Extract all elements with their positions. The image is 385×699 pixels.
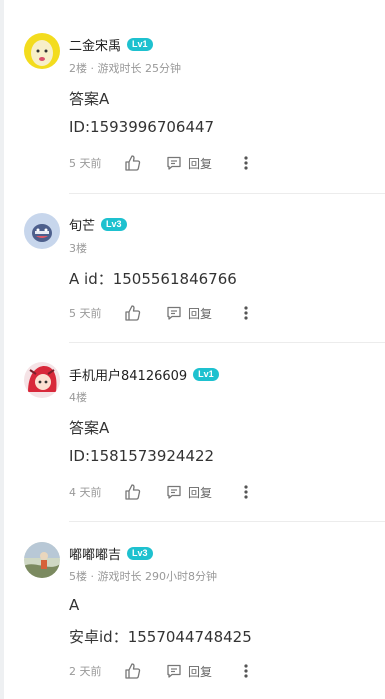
floor-meta: 3楼 xyxy=(69,242,87,255)
thumbs-up-icon xyxy=(125,155,141,171)
comment-actions: 5 天前 回复 xyxy=(69,153,369,173)
reply-button[interactable]: 回复 xyxy=(166,303,212,323)
reply-label: 回复 xyxy=(188,156,213,171)
comment-bubble-icon xyxy=(167,156,181,170)
reply-button[interactable]: 回复 xyxy=(166,482,212,502)
floor-meta: 4楼 xyxy=(69,391,87,404)
comment-text-line: A xyxy=(69,596,80,614)
post-time: 5 天前 xyxy=(69,157,102,170)
username[interactable]: 手机用户84126609 xyxy=(69,365,187,384)
thumbs-up-icon xyxy=(125,484,141,500)
post-time: 5 天前 xyxy=(69,307,102,320)
avatar-image xyxy=(24,213,60,249)
more-button[interactable] xyxy=(240,153,252,173)
level-badge: Lv1 xyxy=(193,367,219,381)
more-vertical-icon xyxy=(244,306,248,320)
comment-text-line: A id：1505561846766 xyxy=(69,270,237,288)
like-button[interactable] xyxy=(123,661,143,681)
divider xyxy=(69,521,385,522)
name-row: 嘟嘟嘟吉 Lv3 xyxy=(69,543,153,563)
reply-label: 回复 xyxy=(188,306,213,321)
comment-actions: 2 天前 回复 xyxy=(69,661,369,681)
level-badge: Lv1 xyxy=(127,37,153,51)
comment-text-line: 答案A xyxy=(69,90,110,108)
avatar-image xyxy=(24,33,60,69)
username[interactable]: 旬芒 xyxy=(69,215,95,234)
reply-button[interactable]: 回复 xyxy=(166,661,212,681)
floor-meta: 2楼 · 游戏时长 25分钟 xyxy=(69,62,181,75)
like-button[interactable] xyxy=(123,482,143,502)
avatar-image xyxy=(24,362,60,398)
thumbs-up-icon xyxy=(125,663,141,679)
reply-label: 回复 xyxy=(188,664,213,679)
username[interactable]: 嘟嘟嘟吉 xyxy=(69,544,121,563)
floor-meta: 5楼 · 游戏时长 290小时8分钟 xyxy=(69,570,217,583)
comment-actions: 4 天前 回复 xyxy=(69,482,369,502)
divider xyxy=(69,193,385,194)
username[interactable]: 二金宋禹 xyxy=(69,35,121,54)
post-time: 2 天前 xyxy=(69,665,102,678)
reply-label: 回复 xyxy=(188,485,213,500)
avatar[interactable] xyxy=(24,213,60,249)
divider xyxy=(69,342,385,343)
level-badge: Lv3 xyxy=(101,217,127,231)
name-row: 二金宋禹 Lv1 xyxy=(69,34,153,54)
like-button[interactable] xyxy=(123,303,143,323)
comment-text-line: 答案A xyxy=(69,419,110,437)
comment-bubble-icon xyxy=(167,664,181,678)
more-button[interactable] xyxy=(240,661,252,681)
reply-button[interactable]: 回复 xyxy=(166,153,212,173)
comment-bubble-icon xyxy=(167,485,181,499)
avatar-image xyxy=(24,542,60,578)
like-button[interactable] xyxy=(123,153,143,173)
avatar[interactable] xyxy=(24,362,60,398)
comment-actions: 5 天前 回复 xyxy=(69,303,369,323)
name-row: 旬芒 Lv3 xyxy=(69,214,127,234)
comment-bubble-icon xyxy=(167,306,181,320)
avatar[interactable] xyxy=(24,542,60,578)
avatar[interactable] xyxy=(24,33,60,69)
left-rail xyxy=(0,0,4,699)
comment-text-line: ID:1593996706447 xyxy=(69,118,215,136)
more-button[interactable] xyxy=(240,482,252,502)
more-vertical-icon xyxy=(244,664,248,678)
more-vertical-icon xyxy=(244,156,248,170)
thumbs-up-icon xyxy=(125,305,141,321)
post-time: 4 天前 xyxy=(69,486,102,499)
more-button[interactable] xyxy=(240,303,252,323)
name-row: 手机用户84126609 Lv1 xyxy=(69,364,219,384)
more-vertical-icon xyxy=(244,485,248,499)
comment-list: 二金宋禹 Lv1 2楼 · 游戏时长 25分钟 答案A ID:159399670… xyxy=(0,0,385,699)
comment-text-line: 安卓id：1557044748425 xyxy=(69,628,252,646)
comment-text-line: ID:1581573924422 xyxy=(69,447,215,465)
level-badge: Lv3 xyxy=(127,546,153,560)
